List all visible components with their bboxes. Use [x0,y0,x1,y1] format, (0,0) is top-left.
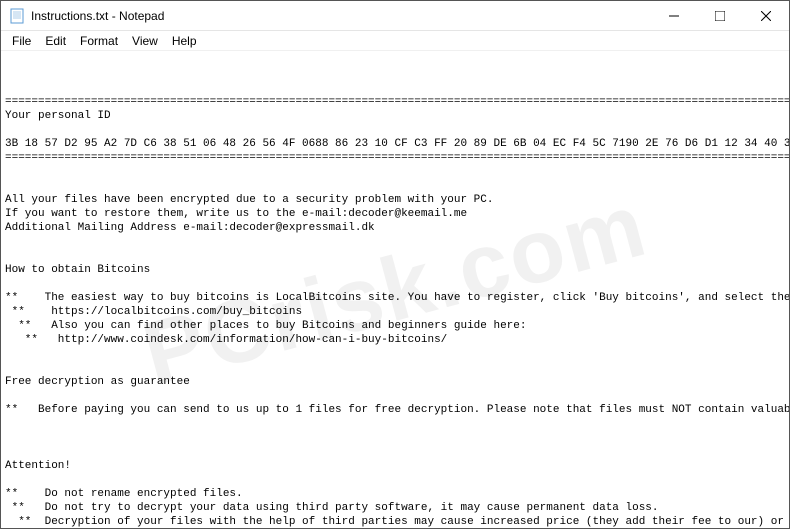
text-content-area[interactable]: PCrisk.com =============================… [1,51,789,528]
notepad-icon [9,8,25,24]
window-title: Instructions.txt - Notepad [31,9,651,23]
window-controls [651,1,789,31]
titlebar: Instructions.txt - Notepad [1,1,789,31]
menu-format[interactable]: Format [73,32,125,50]
maximize-button[interactable] [697,1,743,31]
menu-view[interactable]: View [125,32,165,50]
menu-file[interactable]: File [5,32,38,50]
document-text: ========================================… [5,95,785,528]
close-button[interactable] [743,1,789,31]
menu-edit[interactable]: Edit [38,32,73,50]
menu-help[interactable]: Help [165,32,204,50]
minimize-button[interactable] [651,1,697,31]
menubar: File Edit Format View Help [1,31,789,51]
